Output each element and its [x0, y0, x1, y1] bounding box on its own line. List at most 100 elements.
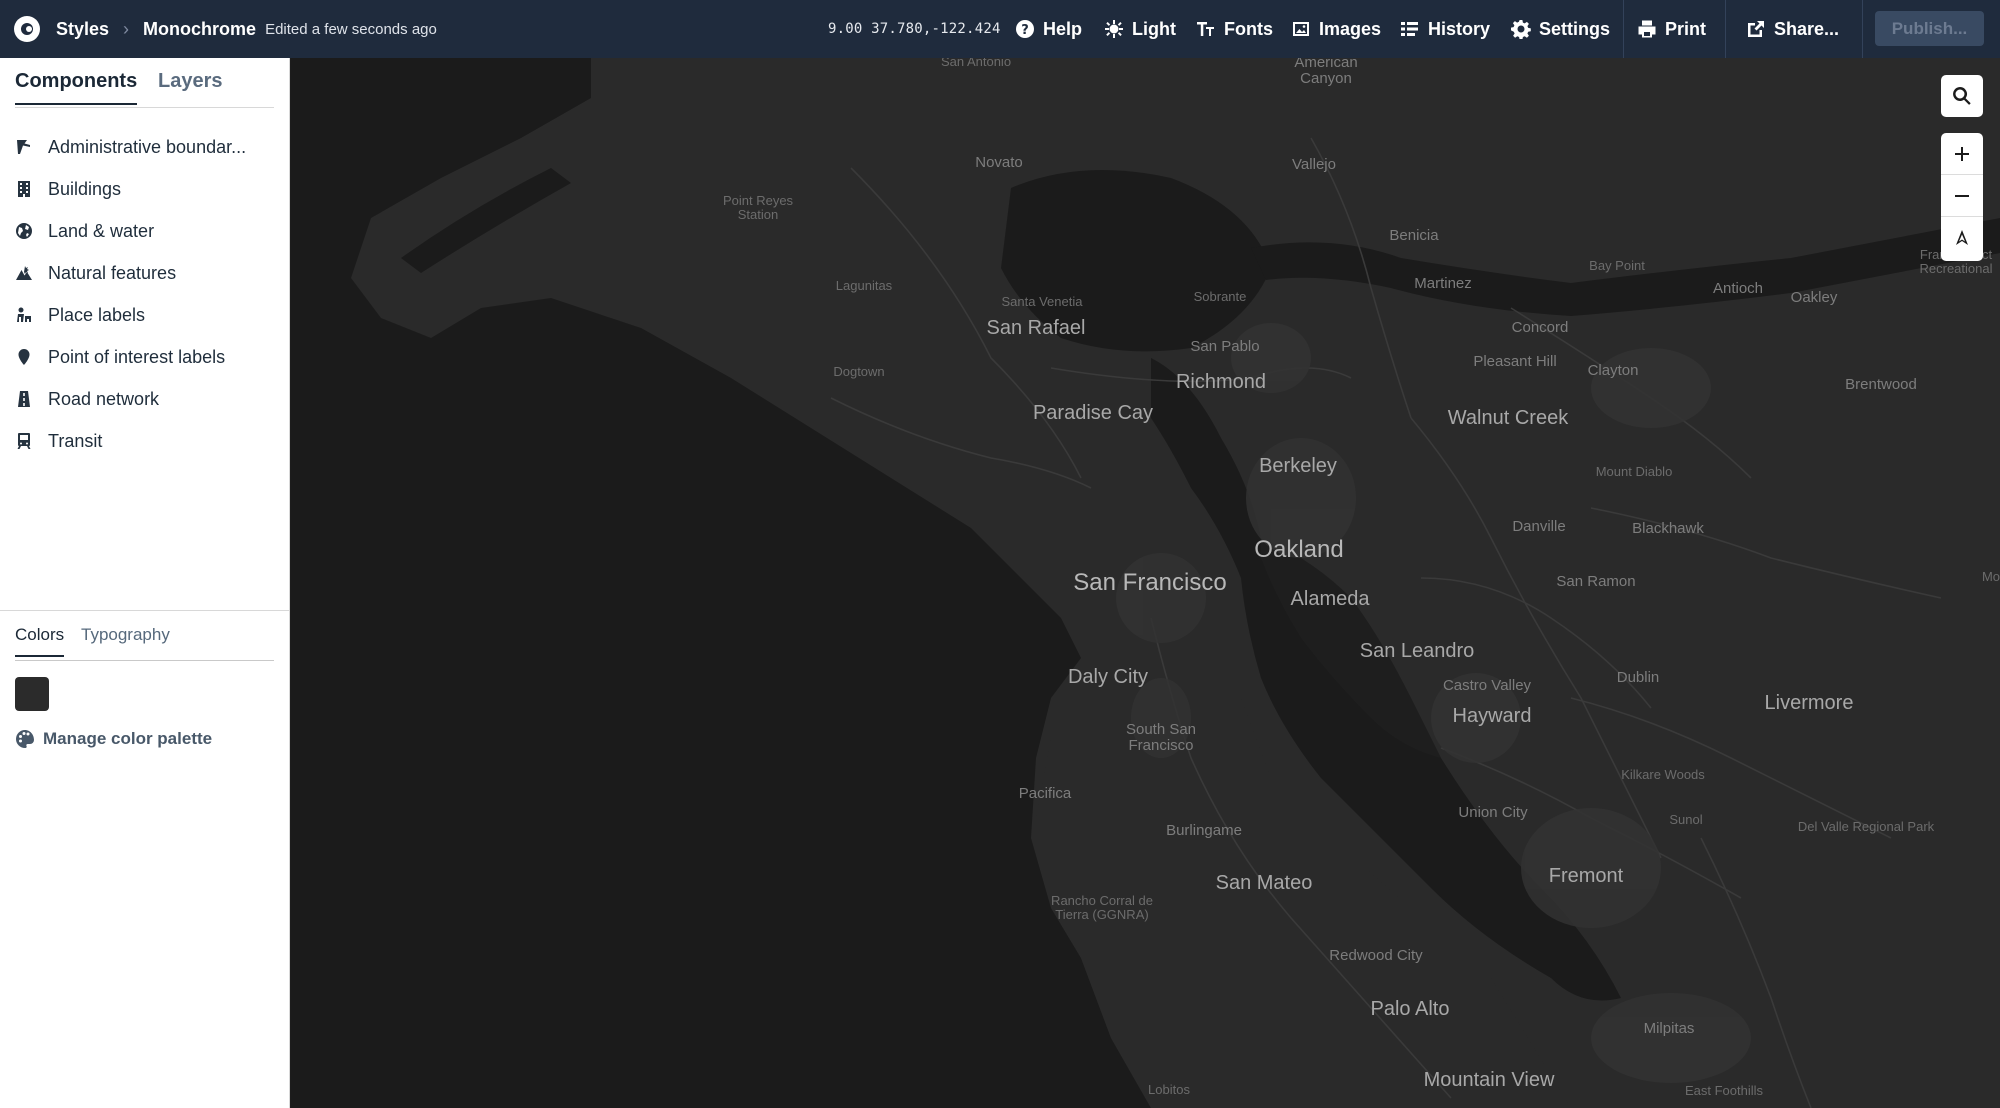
share-button[interactable]: Share...: [1746, 0, 1839, 58]
plus-icon: [1953, 145, 1971, 163]
breadcrumb: Styles › Monochrome Edited a few seconds…: [56, 0, 437, 58]
map-label: Concord: [1511, 319, 1569, 336]
component-item-label: Natural features: [48, 262, 177, 283]
map-label: San Antonio: [940, 58, 1012, 69]
map-label: Antioch: [1712, 280, 1764, 297]
manage-color-palette-button[interactable]: Manage color palette: [15, 729, 212, 749]
globe-icon: [15, 222, 33, 240]
map-label: Clayton: [1587, 362, 1639, 379]
color-swatch[interactable]: [15, 677, 49, 711]
map-label: Point Reyes Station: [722, 193, 794, 223]
chevron-right-icon: ›: [123, 18, 130, 39]
tab-layers[interactable]: Layers: [158, 70, 223, 103]
settings-button-label: Settings: [1539, 18, 1611, 39]
share-button-label: Share...: [1774, 18, 1840, 39]
map-label: Mo: [1981, 569, 2000, 584]
map-search-button[interactable]: [1941, 75, 1983, 117]
component-item-poi-labels[interactable]: Point of interest labels: [15, 336, 280, 378]
compass-icon: [1953, 229, 1971, 247]
train-icon: [15, 432, 33, 450]
manage-color-palette-label: Manage color palette: [43, 729, 213, 748]
history-button[interactable]: History: [1400, 0, 1490, 58]
fonts-button-label: Fonts: [1224, 18, 1273, 39]
printer-icon: [1637, 19, 1657, 39]
gear-icon: [1511, 19, 1531, 39]
component-item-label: Buildings: [48, 178, 122, 199]
map-label: Hayward: [1452, 705, 1532, 727]
component-item-buildings[interactable]: Buildings: [15, 168, 280, 210]
search-icon: [1952, 86, 1972, 106]
print-button[interactable]: Print: [1637, 0, 1706, 58]
light-icon: [1104, 19, 1124, 39]
map-label: Pacifica: [1018, 785, 1072, 802]
map-label: Daly City: [1067, 666, 1149, 688]
history-button-label: History: [1428, 18, 1491, 39]
breadcrumb-styles-link[interactable]: Styles: [56, 19, 109, 40]
map-label: Burlingame: [1166, 822, 1242, 839]
map-label: South San Francisco: [1125, 721, 1197, 755]
map-label: Oakley: [1790, 289, 1838, 306]
map-label: Novato: [975, 154, 1023, 171]
style-name[interactable]: Monochrome: [143, 19, 256, 40]
flag-icon: [15, 138, 33, 156]
map-label: Dogtown: [833, 364, 885, 379]
road-icon: [15, 390, 33, 408]
help-button[interactable]: ? Help: [1015, 0, 1082, 58]
reset-north-button[interactable]: [1941, 217, 1983, 259]
print-button-label: Print: [1665, 18, 1707, 39]
settings-button[interactable]: Settings: [1511, 0, 1610, 58]
map-label: American Canyon: [1294, 58, 1358, 88]
images-button[interactable]: Images: [1291, 0, 1381, 58]
component-item-road-network[interactable]: Road network: [15, 378, 280, 420]
map-label: Del Valle Regional Park: [1797, 819, 1935, 834]
external-link-icon: [1746, 19, 1766, 39]
component-item-label: Land & water: [48, 220, 155, 241]
history-icon: [1400, 19, 1420, 39]
toolbar-divider: [1862, 0, 1863, 58]
tab-colors[interactable]: Colors: [15, 625, 65, 657]
map-label: Paradise Cay: [1032, 402, 1154, 424]
component-item-place-labels[interactable]: Place labels: [15, 294, 280, 336]
map-label: Mount Diablo: [1595, 464, 1673, 479]
map-label: East Foothills: [1684, 1083, 1764, 1098]
component-item-transit[interactable]: Transit: [15, 420, 280, 462]
tab-components[interactable]: Components: [15, 70, 138, 105]
map-label: Fremont: [1548, 865, 1624, 887]
map-label: Santa Venetia: [1001, 294, 1083, 309]
mountain-icon: [15, 264, 33, 282]
map-label: Oakland: [1254, 536, 1344, 563]
map-label: Lobitos: [1148, 1082, 1190, 1097]
map-label: Bay Point: [1589, 258, 1645, 273]
map-label: Milpitas: [1643, 1020, 1695, 1037]
help-icon: ?: [1015, 19, 1035, 39]
map-label: San Ramon: [1556, 573, 1636, 590]
map-label: Dublin: [1616, 669, 1660, 686]
map-label: Blackhawk: [1632, 520, 1704, 537]
component-item-administrative-boundaries[interactable]: Administrative boundar...: [15, 126, 280, 168]
map-label: Kilkare Woods: [1621, 767, 1705, 782]
palette-icon: [15, 729, 35, 749]
zoom-in-button[interactable]: [1941, 133, 1983, 175]
zoom-out-button[interactable]: [1941, 175, 1983, 217]
map-label: Berkeley: [1259, 455, 1337, 477]
tab-typography[interactable]: Typography: [81, 625, 170, 655]
map-label: Lagunitas: [835, 278, 893, 293]
map-label: Sunol: [1669, 812, 1703, 827]
map-label: San Rafael: [986, 317, 1086, 339]
map-label: Pleasant Hill: [1473, 353, 1557, 370]
sidebar: Components Layers Administrative boundar…: [0, 58, 290, 1108]
fonts-button[interactable]: Fonts: [1196, 0, 1273, 58]
mapbox-logo-icon[interactable]: [14, 16, 40, 42]
style-panel-tabs: Colors Typography: [15, 625, 274, 661]
component-item-land-water[interactable]: Land & water: [15, 210, 280, 252]
map-canvas[interactable]: San Antonio American Canyon Novato Valle…: [291, 58, 2000, 1108]
component-item-natural-features[interactable]: Natural features: [15, 252, 280, 294]
svg-text:?: ?: [1021, 23, 1029, 38]
publish-button[interactable]: Publish...: [1875, 11, 1984, 46]
minus-icon: [1953, 187, 1971, 205]
component-list: Administrative boundar... Buildings Land…: [15, 126, 280, 462]
light-button[interactable]: Light: [1104, 0, 1176, 58]
image-icon: [1291, 19, 1311, 39]
map-label: Brentwood: [1845, 376, 1917, 393]
zoom-controls: [1941, 133, 1983, 261]
